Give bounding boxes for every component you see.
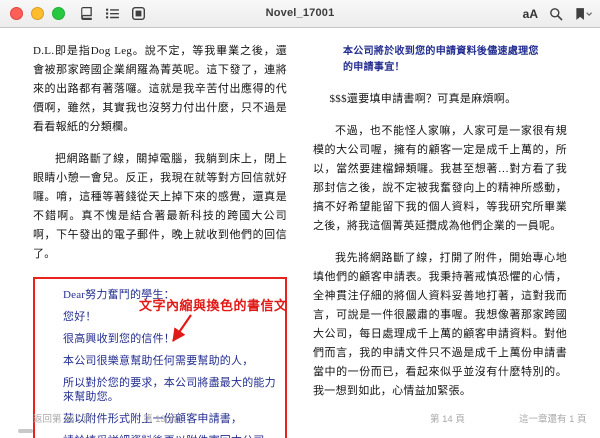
letter-line: 所以對於您的要求，本公司將盡最大的能力來幫助您。 bbox=[63, 377, 276, 403]
paragraph: 不過，也不能怪人家嘛，人家可是一家很有規模的大公司喔，擁有的顧客一定是成千上萬的… bbox=[313, 125, 567, 232]
bookmark-icon[interactable] bbox=[574, 5, 592, 23]
letter-line: 本公司很樂意幫助任何需要幫助的人， bbox=[63, 355, 254, 367]
font-size-button[interactable]: aA bbox=[523, 7, 538, 21]
library-book-icon[interactable] bbox=[77, 5, 95, 23]
letter-line: 請於填妥詳細資料後再以附件寄回本公司。 bbox=[63, 434, 279, 438]
back-to-page-link[interactable]: 返回第 357 頁 bbox=[33, 411, 92, 425]
search-icon[interactable] bbox=[547, 5, 565, 23]
table-of-contents-icon[interactable] bbox=[103, 5, 121, 23]
chapter-pages-remaining: 這一章還有 1 頁 bbox=[519, 414, 587, 425]
window-title: Novel_17001 bbox=[265, 7, 335, 19]
window-controls bbox=[10, 7, 65, 20]
paragraph: 把網路斷了線，關掉電腦，我躺到床上，閉上眼睛小憩一會兒。反正，我現在就等對方回信… bbox=[33, 153, 287, 260]
zoom-window-button[interactable] bbox=[52, 7, 65, 20]
left-page: D.L.即是指Dog Leg。說不定，等我畢業之後，還會被那家跨國企業網羅為菁英… bbox=[0, 28, 300, 438]
toolbar: Novel_17001 aA bbox=[0, 0, 600, 28]
book-spread: D.L.即是指Dog Leg。說不定，等我畢業之後，還會被那家跨國企業網羅為菁英… bbox=[0, 28, 600, 438]
notes-icon[interactable] bbox=[129, 5, 147, 23]
left-page-number: 第 13 頁 bbox=[143, 414, 178, 425]
ebook-reader-window: Novel_17001 aA D.L.即是指Dog Leg。說不定，等我畢業之後… bbox=[0, 0, 600, 438]
paragraph: 我先將網路斷了線，打開了附件，開始專心地填他們的顧客申請表。我秉持著戒慎恐懼的心… bbox=[313, 252, 567, 397]
annotation-label: 文字內縮與換色的書信文 bbox=[139, 298, 288, 313]
annotation-arrow-icon bbox=[172, 314, 192, 342]
right-page-number: 第 14 頁 bbox=[430, 414, 465, 425]
paragraph: D.L.即是指Dog Leg。說不定，等我畢業之後，還會被那家跨國企業網羅為菁英… bbox=[33, 45, 287, 133]
paragraph: $$$還要填申請書啊？可真是麻煩啊。 bbox=[329, 93, 517, 105]
close-window-button[interactable] bbox=[10, 7, 23, 20]
minimize-window-button[interactable] bbox=[31, 7, 44, 20]
chevron-down-icon bbox=[586, 11, 592, 16]
right-page: 本公司將於收到您的申請資料後儘速處理您的申請事宜！ $$$還要填申請書啊？可真是… bbox=[300, 28, 600, 438]
letter-continuation: 本公司將於收到您的申請資料後儘速處理您的申請事宜！ bbox=[343, 46, 539, 73]
scroll-indicator[interactable] bbox=[18, 429, 33, 433]
